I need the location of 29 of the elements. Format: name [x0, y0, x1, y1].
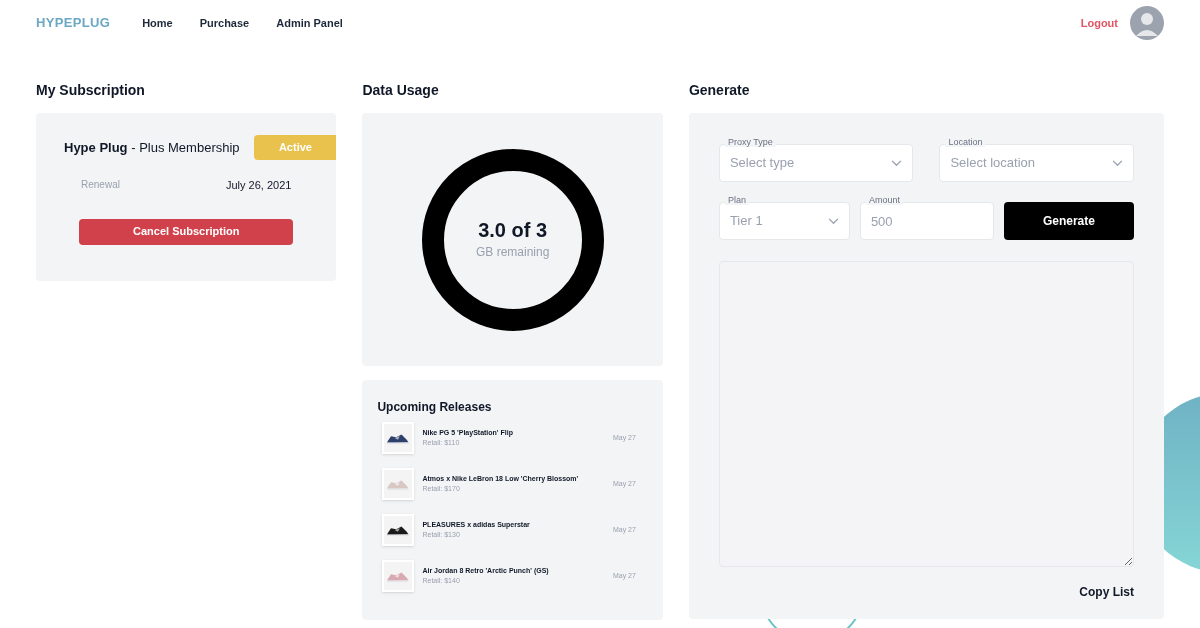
usage-unit: GB remaining [475, 244, 550, 261]
nav-link[interactable]: Purchase [199, 14, 250, 32]
nav-link[interactable]: Home [142, 14, 173, 32]
chevron-down-icon [1112, 159, 1123, 167]
chevron-down-icon [891, 159, 903, 167]
card-title: Upcoming Releases [377, 399, 493, 416]
field-label: Proxy Type [724, 136, 776, 147]
generate-button[interactable]: Generate [1003, 202, 1134, 240]
logout-link[interactable]: Logout [1080, 14, 1118, 32]
avatar[interactable] [1130, 6, 1164, 40]
field-label: Amount [865, 194, 903, 205]
field-label: Location [945, 136, 986, 147]
select-field[interactable]: Select location [939, 144, 1134, 182]
copy-list-button[interactable]: Copy List [1079, 583, 1134, 601]
chevron-down-icon [827, 217, 839, 225]
field-label: Plan [724, 194, 749, 205]
select-field[interactable]: Tier 1 [718, 202, 850, 240]
amount-field[interactable]: 500 [859, 202, 994, 240]
usage-amount: 3.0 of 3 [478, 218, 548, 243]
plan-name: Hype Plug - Plus Membership [64, 138, 240, 157]
renewal-label: Renewal [81, 178, 120, 192]
nav-link[interactable]: Admin Panel [276, 14, 343, 32]
section-title: Generate [688, 81, 751, 100]
section-title: Data Usage [362, 81, 440, 100]
status-badge: Active [254, 135, 337, 160]
renewal-date: July 26, 2021 [226, 178, 292, 193]
cancel-button[interactable]: Cancel Subscription [79, 218, 294, 245]
section-title: My Subscription [36, 81, 146, 100]
logo[interactable]: HYPEPLUG [36, 13, 111, 33]
